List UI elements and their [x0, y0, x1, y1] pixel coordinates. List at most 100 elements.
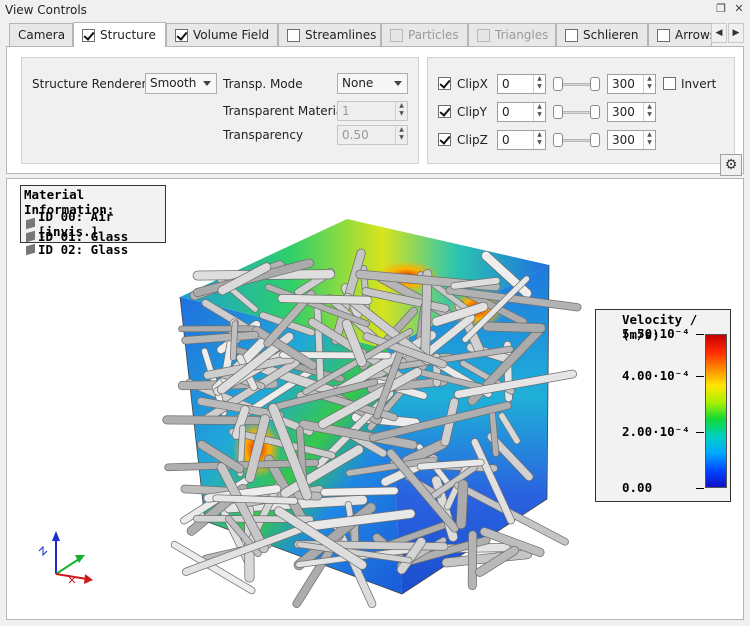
- x-axis: [55, 573, 88, 580]
- close-icon[interactable]: ✕: [732, 2, 746, 16]
- slider-max-handle[interactable]: [590, 133, 600, 147]
- transparent-material-spinbox: 1 ▲ ▼: [337, 101, 408, 121]
- x-arrow-icon: [84, 574, 93, 584]
- tab-volume-field-checkbox[interactable]: [175, 28, 188, 42]
- transparency-label: Transparency: [223, 128, 304, 142]
- gear-icon[interactable]: ⚙: [720, 154, 742, 176]
- structure-controls-panel: Structure Renderer Smooth Transp. Mode N…: [6, 46, 744, 174]
- clipx-checkbox[interactable]: [438, 77, 451, 90]
- tab-particles-checkbox: [390, 28, 403, 42]
- tab-arrows[interactable]: Arrows: [648, 23, 712, 46]
- clipy-checkbox[interactable]: [438, 105, 451, 118]
- transparency-spinbox: 0.50 ▲ ▼: [337, 125, 408, 145]
- transparent-material-label: Transparent Material: [223, 104, 347, 118]
- spin-arrows-icon[interactable]: ▲ ▼: [533, 131, 545, 149]
- spin-arrows-icon[interactable]: ▲ ▼: [533, 75, 545, 93]
- clipy-min-spinbox[interactable]: 0 ▲ ▼: [497, 102, 546, 122]
- tab-label: Streamlines: [305, 28, 377, 42]
- tab-label: Arrows: [675, 28, 712, 42]
- velocity-legend: Velocity / (m/s) 5.50·10⁻⁴ 4.00·10⁻⁴ 2.00·…: [595, 309, 731, 502]
- clipy-max-value: 300: [612, 105, 635, 119]
- spin-arrows-icon[interactable]: ▲ ▼: [643, 103, 655, 121]
- clipy-max-spinbox[interactable]: 300 ▲ ▼: [607, 102, 656, 122]
- spin-arrows-icon: ▲ ▼: [395, 126, 407, 144]
- transparency-value: 0.50: [342, 128, 369, 142]
- axis-triad: [38, 531, 93, 584]
- tab-camera[interactable]: Camera: [9, 23, 73, 46]
- invert-label: Invert: [681, 77, 717, 91]
- tab-scroll-right-button[interactable]: ▶: [728, 23, 744, 43]
- clipx-range-slider[interactable]: [553, 77, 600, 91]
- tab-label: Schlieren: [583, 28, 639, 42]
- invert-checkbox[interactable]: [663, 77, 676, 90]
- slider-min-handle[interactable]: [553, 77, 563, 91]
- tab-label: Volume Field: [193, 28, 270, 42]
- tab-schlieren[interactable]: Schlieren: [556, 23, 648, 46]
- transp-mode-select[interactable]: None: [337, 73, 408, 94]
- fiber: [230, 320, 238, 361]
- tab-structure-checkbox[interactable]: [82, 28, 95, 42]
- transp-mode-label: Transp. Mode: [223, 77, 303, 91]
- chevron-down-icon: [203, 81, 211, 86]
- spin-arrows-icon[interactable]: ▲ ▼: [643, 131, 655, 149]
- clipz-max-spinbox[interactable]: 300 ▲ ▼: [607, 130, 656, 150]
- material-cube-icon: [26, 217, 35, 230]
- legend-tick-label: 0.00: [622, 480, 653, 495]
- legend-tick: [696, 488, 704, 489]
- slider-min-handle[interactable]: [553, 133, 563, 147]
- material-item: ID 02: Glass: [24, 242, 162, 257]
- renderer-group: Structure Renderer Smooth Transp. Mode N…: [21, 57, 419, 164]
- fiber: [483, 322, 546, 333]
- restore-icon[interactable]: ❐: [714, 2, 728, 16]
- tab-bar: Camera Structure Volume Field Streamline…: [0, 22, 750, 47]
- structure-renderer-select[interactable]: Smooth: [145, 73, 217, 94]
- material-cube-icon: [26, 243, 35, 256]
- fiber: [417, 459, 484, 470]
- tab-particles[interactable]: Particles: [381, 23, 468, 46]
- tab-streamlines[interactable]: Streamlines: [278, 23, 381, 46]
- fiber: [314, 304, 324, 383]
- window-title: View Controls: [5, 3, 87, 17]
- clipx-max-spinbox[interactable]: 300 ▲ ▼: [607, 74, 656, 94]
- material-info-box: Material Information: ID 00: Air [invis.…: [20, 185, 166, 257]
- clipy-range-slider[interactable]: [553, 105, 600, 119]
- fiber: [278, 294, 372, 304]
- slider-min-handle[interactable]: [553, 105, 563, 119]
- fiber: [421, 269, 432, 359]
- legend-color-bar: [705, 334, 727, 488]
- tab-volume-field[interactable]: Volume Field: [166, 23, 278, 46]
- spin-arrows-icon[interactable]: ▲ ▼: [533, 103, 545, 121]
- clipy-label: ClipY: [457, 105, 487, 119]
- x-label-icon: [68, 576, 76, 584]
- legend-tick-label: 4.00·10⁻⁴: [622, 368, 690, 384]
- clipy-min-value: 0: [502, 105, 510, 119]
- tab-label: Particles: [408, 28, 459, 42]
- clipz-label: ClipZ: [457, 133, 488, 147]
- clipx-min-spinbox[interactable]: 0 ▲ ▼: [497, 74, 546, 94]
- fiber: [320, 487, 398, 496]
- tab-schlieren-checkbox[interactable]: [565, 28, 578, 42]
- render-view[interactable]: Material Information: ID 00: Air [invis.…: [6, 178, 744, 620]
- tab-structure[interactable]: Structure: [73, 22, 166, 47]
- slider-max-handle[interactable]: [590, 77, 600, 91]
- clipx-max-value: 300: [612, 77, 635, 91]
- tab-triangles-checkbox: [477, 28, 490, 42]
- tab-triangles[interactable]: Triangles: [468, 23, 556, 46]
- z-label-icon: [38, 545, 48, 557]
- clipz-checkbox[interactable]: [438, 133, 451, 146]
- tab-scroll-left-button[interactable]: ◀: [711, 23, 727, 43]
- clipz-range-slider[interactable]: [553, 133, 600, 147]
- tab-arrows-checkbox[interactable]: [657, 28, 670, 42]
- legend-tick: [696, 334, 704, 335]
- tab-streamlines-checkbox[interactable]: [287, 28, 300, 42]
- legend-tick-label: 5.50·10⁻⁴: [622, 326, 690, 341]
- clipz-max-value: 300: [612, 133, 635, 147]
- clipx-label: ClipX: [457, 77, 488, 91]
- slider-max-handle[interactable]: [590, 105, 600, 119]
- transparent-material-value: 1: [342, 104, 350, 118]
- clipz-min-spinbox[interactable]: 0 ▲ ▼: [497, 130, 546, 150]
- spin-arrows-icon[interactable]: ▲ ▼: [643, 75, 655, 93]
- material-cube-icon: [26, 230, 35, 243]
- tab-label: Camera: [18, 28, 66, 42]
- fiber: [489, 410, 499, 457]
